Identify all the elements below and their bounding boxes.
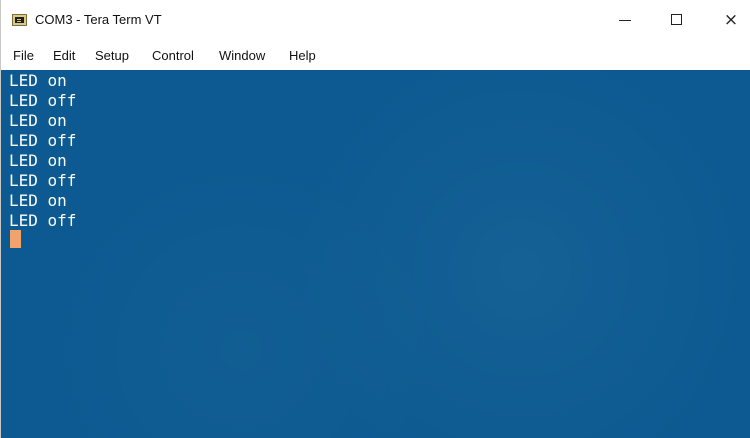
terminal-lines: LED on LED off LED on LED off LED on LED… — [9, 71, 429, 231]
terminal-line: LED off — [9, 91, 77, 110]
terminal-line: LED on — [9, 151, 67, 170]
terminal-line: LED off — [9, 211, 77, 230]
terminal-cursor — [10, 230, 21, 248]
terminal-line: LED off — [9, 131, 77, 150]
tera-term-icon[interactable] — [12, 14, 27, 26]
terminal-line: LED on — [9, 191, 67, 210]
menu-edit[interactable]: Edit — [53, 48, 75, 63]
tera-term-window: COM3 - Tera Term VT × File Edit Setup Co… — [0, 0, 750, 438]
close-icon: × — [723, 10, 739, 30]
window-title: COM3 - Tera Term VT — [35, 12, 162, 27]
menu-help[interactable]: Help — [289, 48, 316, 63]
terminal-line: LED on — [9, 111, 67, 130]
terminal-output-area[interactable]: LED on LED off LED on LED off LED on LED… — [1, 70, 750, 438]
menu-control[interactable]: Control — [152, 48, 194, 63]
window-titlebar[interactable]: COM3 - Tera Term VT × — [1, 0, 750, 40]
minimize-button[interactable] — [601, 0, 651, 40]
menu-bar: File Edit Setup Control Window Help — [1, 40, 750, 70]
close-button[interactable]: × — [701, 0, 750, 40]
terminal-line: LED on — [9, 71, 67, 90]
window-controls: × — [601, 0, 750, 40]
maximize-button[interactable] — [651, 0, 701, 40]
terminal-line: LED off — [9, 171, 77, 190]
maximize-icon — [671, 14, 682, 25]
menu-setup[interactable]: Setup — [95, 48, 129, 63]
menu-window[interactable]: Window — [219, 48, 265, 63]
menu-file[interactable]: File — [13, 48, 34, 63]
minimize-icon — [619, 20, 631, 21]
